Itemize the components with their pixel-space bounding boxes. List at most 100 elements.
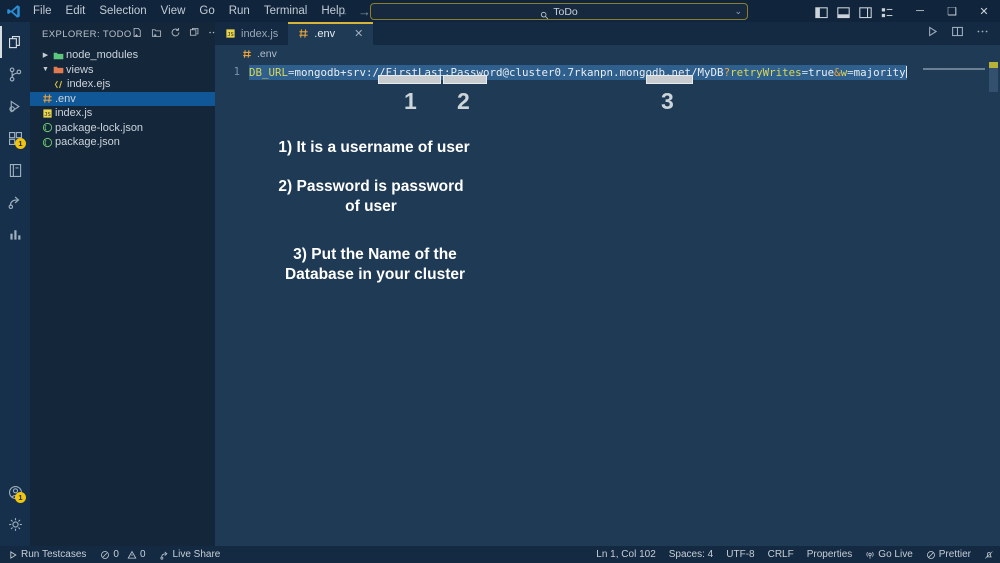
error-icon [101, 550, 110, 559]
env-file-icon [299, 29, 308, 38]
code-token-param1-value: true [808, 66, 835, 79]
tree-item-env[interactable]: .env [30, 91, 215, 106]
bell-icon [985, 550, 993, 559]
sidebar-item-extensions[interactable]: 1 [0, 122, 30, 154]
extensions-badge: 1 [15, 138, 26, 149]
toggle-primary-sidebar-icon[interactable] [815, 6, 828, 19]
sidebar-item-run-debug[interactable] [0, 90, 30, 122]
refresh-icon[interactable] [170, 25, 181, 43]
accounts-button[interactable]: 1 [0, 476, 30, 508]
code-content[interactable]: DB_URL=mongodb+srv://FirstLast:Password@… [249, 65, 907, 80]
status-prettier[interactable]: Prettier [926, 549, 971, 560]
sidebar-item-live-share[interactable] [0, 186, 30, 218]
json-file-icon [40, 137, 55, 148]
text-cursor [905, 66, 907, 78]
status-bar: Run Testcases 0 0 Live Share Ln 1, Col 1… [0, 546, 1000, 563]
settings-button[interactable] [0, 508, 30, 540]
folder-icon [51, 50, 66, 61]
tab-env[interactable]: .env ✕ [288, 22, 374, 45]
menu-file[interactable]: File [26, 2, 59, 20]
maximize-button[interactable]: ❑ [936, 0, 968, 22]
toggle-panel-icon[interactable] [837, 6, 850, 19]
editor-toolbar [926, 22, 1000, 45]
status-run-testcases[interactable]: Run Testcases [8, 549, 86, 560]
split-editor-icon[interactable] [951, 25, 964, 43]
status-problems[interactable]: 0 0 [100, 549, 146, 560]
sidebar-item-notebook[interactable] [0, 154, 30, 186]
sidebar-item-explorer[interactable] [0, 26, 30, 58]
more-actions-icon[interactable] [976, 25, 989, 43]
breadcrumb[interactable]: .env [215, 45, 1000, 62]
chevron-right-icon[interactable]: ▶ [40, 51, 51, 59]
tree-item-node-modules[interactable]: ▶ node_modules [30, 48, 215, 63]
tree-item-label: node_modules [66, 49, 139, 62]
tree-item-views[interactable]: ▼ views [30, 63, 215, 78]
search-input-value[interactable]: ToDo [553, 6, 578, 18]
ejs-file-icon [52, 79, 67, 90]
menu-terminal[interactable]: Terminal [257, 2, 314, 20]
tab-label: .env [314, 27, 336, 40]
tree-item-package-lock-json[interactable]: package-lock.json [30, 121, 215, 136]
tree-item-index-ejs[interactable]: index.ejs [30, 77, 215, 92]
collapse-all-icon[interactable] [189, 25, 200, 43]
tree-item-label: index.js [55, 107, 93, 120]
new-folder-icon[interactable] [151, 25, 162, 43]
code-token-value: mongodb+srv://FirstLast:Password@cluster… [294, 66, 724, 79]
status-live-share[interactable]: Live Share [159, 549, 221, 560]
new-file-icon[interactable] [132, 25, 143, 43]
chevron-down-icon[interactable]: ▼ [40, 66, 51, 73]
svg-text:JS: JS [227, 32, 234, 38]
vscode-window: File Edit Selection View Go Run Terminal… [0, 0, 1000, 563]
tab-label: index.js [241, 27, 279, 40]
editor-tabs: JS index.js .env ✕ [215, 22, 1000, 45]
play-icon [10, 550, 17, 559]
title-bar: File Edit Selection View Go Run Terminal… [0, 0, 1000, 22]
tab-close-icon[interactable]: ✕ [354, 27, 363, 40]
command-center-search[interactable]: ToDo ⌄ [370, 3, 748, 20]
status-language-mode[interactable]: Properties [807, 549, 853, 560]
search-icon [540, 7, 549, 20]
source-control-icon [9, 66, 21, 82]
code-line-1: 1 DB_URL=mongodb+srv://FirstLast:Passwor… [215, 65, 1000, 80]
customize-layout-icon[interactable] [881, 6, 894, 18]
sidebar-item-source-control[interactable] [0, 58, 30, 90]
tab-index-js[interactable]: JS index.js [215, 22, 289, 45]
folder-open-icon [51, 64, 66, 75]
status-editor-position[interactable]: Ln 1, Col 102 [596, 549, 656, 560]
explorer-title: EXPLORER: TODO [42, 28, 132, 40]
status-label: Live Share [172, 549, 221, 560]
tree-item-package-json[interactable]: package.json [30, 135, 215, 150]
tree-item-index-js[interactable]: JS index.js [30, 106, 215, 121]
live-share-icon [8, 196, 19, 209]
status-notifications[interactable] [984, 550, 994, 560]
menu-selection[interactable]: Selection [92, 2, 153, 20]
menu-run[interactable]: Run [222, 2, 257, 20]
tree-item-label: index.ejs [67, 78, 111, 91]
close-button[interactable]: ✕ [968, 0, 1000, 22]
run-file-icon[interactable] [926, 25, 939, 43]
minimize-button[interactable]: ─ [904, 0, 936, 22]
sidebar-item-testing[interactable] [0, 218, 30, 250]
toggle-secondary-sidebar-icon[interactable] [859, 6, 872, 19]
prettier-icon [926, 550, 935, 559]
status-eol[interactable]: CRLF [768, 549, 794, 560]
status-indentation[interactable]: Spaces: 4 [669, 549, 713, 560]
menu-view[interactable]: View [154, 2, 193, 20]
menu-bar[interactable]: File Edit Selection View Go Run Terminal… [26, 2, 352, 20]
status-go-live[interactable]: Go Live [865, 549, 913, 560]
js-file-icon: JS [226, 29, 235, 38]
menu-go[interactable]: Go [192, 2, 221, 20]
menu-edit[interactable]: Edit [59, 2, 93, 20]
status-label: Prettier [938, 549, 971, 560]
line-number: 1 [233, 66, 240, 78]
minimap[interactable] [923, 62, 998, 546]
back-arrow-icon[interactable]: ← [336, 5, 349, 18]
warning-count: 0 [139, 549, 146, 560]
chart-bars-icon [9, 229, 20, 240]
status-encoding[interactable]: UTF-8 [726, 549, 754, 560]
code-editor[interactable]: 1 DB_URL=mongodb+srv://FirstLast:Passwor… [215, 62, 1000, 546]
chevron-down-icon[interactable]: ⌄ [734, 6, 742, 17]
explorer-actions [132, 25, 219, 43]
status-label: Go Live [878, 549, 913, 560]
live-share-icon [159, 551, 168, 560]
